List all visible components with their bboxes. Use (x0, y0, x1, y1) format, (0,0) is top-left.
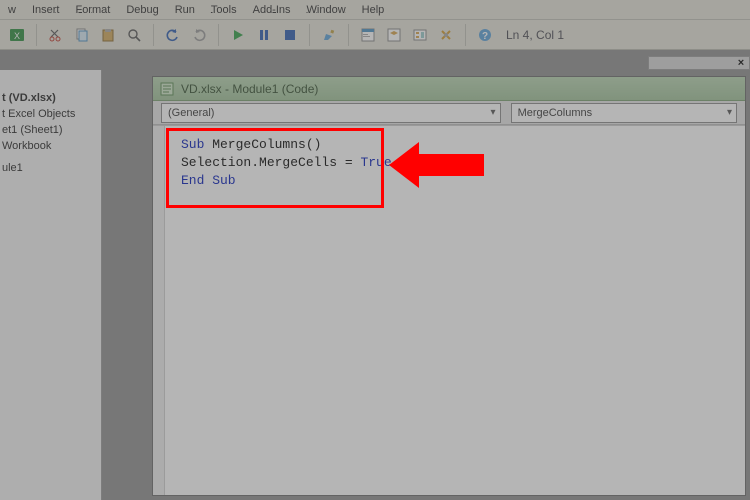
sheet-node[interactable]: et1 (Sheet1) (2, 122, 102, 138)
cursor-position-label: Ln 4, Col 1 (506, 28, 564, 42)
separator (218, 24, 219, 46)
keyword-endsub: End Sub (181, 173, 236, 188)
design-mode-icon[interactable] (318, 24, 340, 46)
menu-item-view[interactable]: w (0, 1, 24, 19)
procedure-dropdown-value: MergeColumns (518, 107, 593, 119)
folder-excel-objects[interactable]: t Excel Objects (2, 106, 102, 122)
find-icon[interactable] (123, 24, 145, 46)
close-icon[interactable]: × (735, 57, 747, 69)
menu-item-run[interactable]: Run (167, 1, 203, 19)
separator (153, 24, 154, 46)
object-browser-icon[interactable] (409, 24, 431, 46)
object-dropdown-value: (General) (168, 107, 214, 119)
code-token: Selection.MergeCells = (181, 155, 360, 170)
menu-bar: w Insert Format Debug Run Tools Add-Ins … (0, 0, 750, 20)
svg-text:?: ? (482, 31, 488, 42)
chevron-down-icon: ▾ (491, 107, 496, 118)
chevron-down-icon: ▾ (727, 107, 732, 118)
menu-item-format[interactable]: Format (67, 1, 118, 19)
excel-icon[interactable]: X (6, 24, 28, 46)
separator (465, 24, 466, 46)
separator (348, 24, 349, 46)
break-icon[interactable] (253, 24, 275, 46)
code-text[interactable]: Sub MergeColumns() Selection.MergeCells … (181, 136, 392, 190)
menu-item-tools[interactable]: Tools (203, 1, 245, 19)
help-icon[interactable]: ? (474, 24, 496, 46)
properties-window-icon[interactable] (383, 24, 405, 46)
code-token: MergeColumns() (204, 137, 321, 152)
module-icon (159, 81, 175, 97)
paste-icon[interactable] (97, 24, 119, 46)
code-window-title: VD.xlsx - Module1 (Code) (181, 82, 318, 96)
code-editor[interactable]: Sub MergeColumns() Selection.MergeCells … (153, 125, 745, 495)
run-icon[interactable] (227, 24, 249, 46)
workbook-node[interactable]: Workbook (2, 138, 102, 154)
procedure-dropdown[interactable]: MergeColumns ▾ (511, 103, 737, 123)
svg-text:X: X (14, 31, 20, 41)
project-explorer-icon[interactable] (357, 24, 379, 46)
code-window: VD.xlsx - Module1 (Code) (General) ▾ Mer… (152, 76, 746, 496)
module-node[interactable]: ule1 (2, 160, 102, 176)
toolbar: X ? Ln 4, Col (0, 20, 750, 50)
keyword-sub: Sub (181, 137, 204, 152)
menu-item-help[interactable]: Help (354, 1, 393, 19)
object-dropdown[interactable]: (General) ▾ (161, 103, 501, 123)
menu-item-window[interactable]: Window (299, 1, 354, 19)
project-node[interactable]: t (VD.xlsx) (2, 90, 102, 106)
code-pane-selectors: (General) ▾ MergeColumns ▾ (153, 101, 745, 125)
menu-item-addins[interactable]: Add-Ins (245, 1, 299, 19)
separator (309, 24, 310, 46)
code-window-title-bar[interactable]: VD.xlsx - Module1 (Code) (153, 77, 745, 101)
code-gutter (153, 126, 165, 495)
cut-icon[interactable] (45, 24, 67, 46)
menu-item-debug[interactable]: Debug (118, 1, 166, 19)
copy-icon[interactable] (71, 24, 93, 46)
keyword-true: True (360, 155, 391, 170)
menu-item-insert[interactable]: Insert (24, 1, 68, 19)
project-pane-header: × (648, 56, 750, 70)
redo-icon[interactable] (188, 24, 210, 46)
undo-icon[interactable] (162, 24, 184, 46)
separator (36, 24, 37, 46)
reset-icon[interactable] (279, 24, 301, 46)
toolbox-icon[interactable] (435, 24, 457, 46)
project-tree[interactable]: t (VD.xlsx) t Excel Objects et1 (Sheet1)… (0, 90, 102, 176)
